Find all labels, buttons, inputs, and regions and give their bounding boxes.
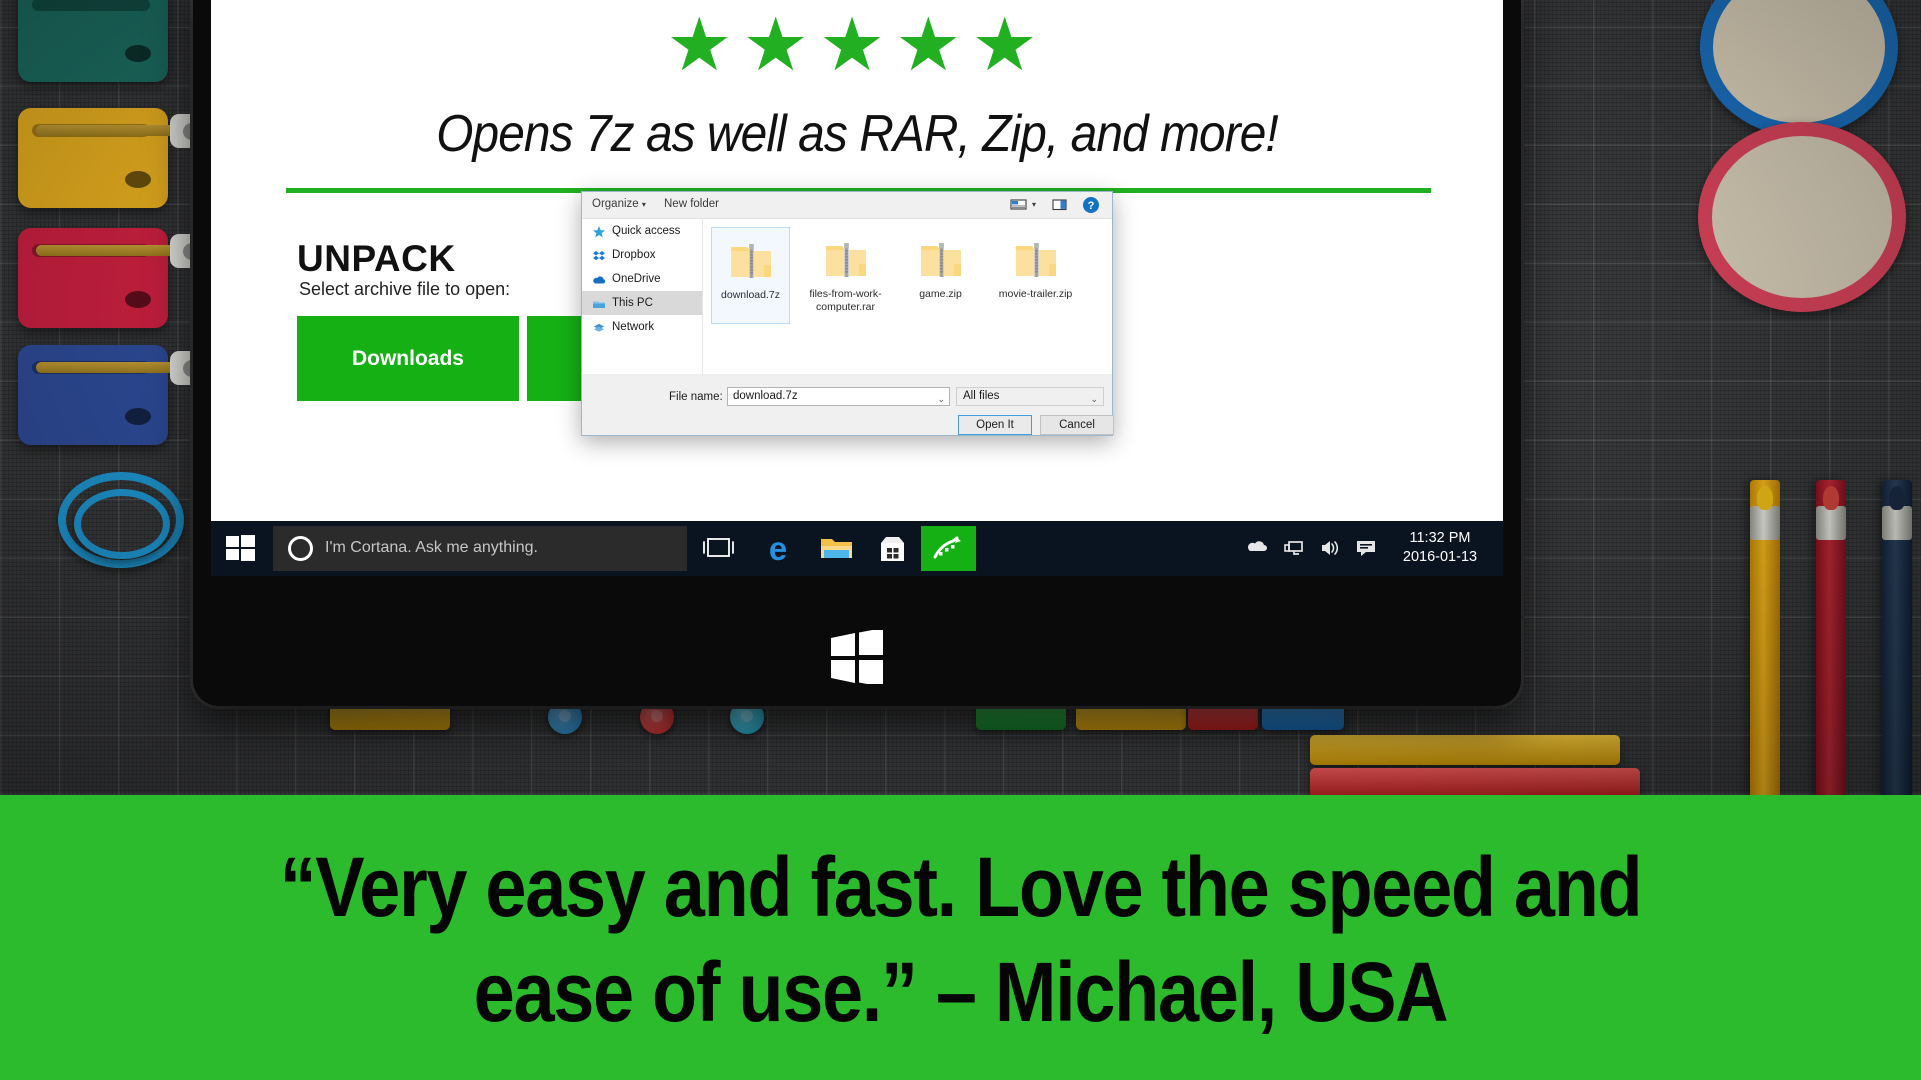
cancel-button[interactable]: Cancel [1040,415,1114,435]
file-item[interactable]: movie-trailer.zip [996,227,1075,324]
file-name-label-text: File name: [669,391,723,403]
windows-taskbar: I'm Cortana. Ask me anything. e 11:32 PM… [211,521,1503,576]
zipped-folder-icon [916,234,966,284]
star-rating: ★★★★★ [666,3,1048,86]
sidebar-item-this-pc[interactable]: This PC [582,291,702,315]
network-icon [592,320,606,334]
sidebar-item-label: Quick access [612,225,681,237]
preview-pane-icon[interactable] [1051,196,1068,218]
new-folder-button[interactable]: New folder [664,198,719,210]
zipped-folder-icon [726,235,776,285]
unpack-app-icon[interactable] [921,526,976,571]
testimonial-banner: “Very easy and fast. Love the speed and … [0,795,1921,1080]
sidebar-item-onedrive[interactable]: OneDrive [582,267,702,291]
file-type-value: All files [963,390,1000,402]
chevron-down-icon[interactable]: ⌄ [937,391,945,408]
onedrive-tray-icon[interactable] [1247,538,1269,563]
view-layout-icon[interactable] [1010,196,1027,218]
file-item[interactable]: files-from-work-computer.rar [806,227,885,324]
action-center-icon[interactable] [1355,538,1377,563]
quote-line-1: “Very easy and fast. Love the speed and [279,840,1643,934]
windows-logo [829,628,885,687]
clock-date: 2016-01-13 [1402,549,1478,565]
file-name-label: download.7z [721,289,780,301]
sidebar-item-label: Dropbox [612,249,656,261]
file-name-input[interactable]: download.7z ⌄ [727,387,950,406]
page-title: UNPACK [297,238,456,279]
chevron-down-icon: ⌄ [1090,394,1098,404]
tablet-device: ★★★★★ Opens 7z as well as RAR, Zip, and … [193,0,1521,706]
sidebar-item-label: OneDrive [612,273,661,285]
organize-menu[interactable]: Organize ▾ [592,198,646,210]
file-name-label: files-from-work-computer.rar [809,288,882,313]
star-icon [592,224,606,238]
testimonial-quote: “Very easy and fast. Love the speed and … [115,835,1805,1045]
file-list[interactable]: download.7z files-from-work-computer.rar… [703,219,1112,376]
file-type-select[interactable]: All files ⌄ [956,387,1104,406]
help-icon[interactable]: ? [1082,196,1100,219]
sidebar-item-label: Network [612,321,655,333]
sidebar-item-quick-access[interactable]: Quick access [582,219,702,243]
chevron-down-icon: ▾ [641,200,646,209]
zipped-folder-icon [1011,234,1061,284]
store-icon[interactable] [865,526,920,571]
sidebar-item-label: This PC [612,297,653,309]
quote-line-2: ease of use.” – Michael, USA [473,945,1449,1039]
sidebar-item-dropbox[interactable]: Dropbox [582,243,702,267]
file-name-value: download.7z [733,390,798,402]
file-item[interactable]: game.zip [901,227,980,324]
windows-start-icon[interactable] [225,533,256,563]
volume-icon[interactable] [1319,538,1341,563]
svg-text:?: ? [1088,200,1095,212]
downloads-button[interactable]: Downloads [297,316,519,401]
network-icon[interactable] [1283,538,1305,563]
svg-text:e: e [769,530,787,567]
page-subtitle: Select archive file to open: [299,279,511,299]
task-view-icon[interactable] [691,526,746,571]
file-name-label: game.zip [919,288,962,300]
taskbar-clock[interactable]: 11:32 PM 2016-01-13 [1397,529,1483,567]
file-name-label: movie-trailer.zip [998,288,1073,300]
open-it-button[interactable]: Open It [958,415,1032,435]
cortana-placeholder: I'm Cortana. Ask me anything. [325,539,538,556]
dialog-toolbar: Organize ▾ New folder ▾ ? [582,192,1112,219]
dialog-body: Quick access Dropbox OneDrive This PC Ne… [582,219,1112,376]
tablet-screen: ★★★★★ Opens 7z as well as RAR, Zip, and … [211,0,1503,576]
pc-folder-icon [592,296,606,310]
chevron-down-icon[interactable]: ▾ [1032,200,1036,209]
organize-label: Organize [592,198,639,210]
promo-tagline: Opens 7z as well as RAR, Zip, and more! [436,105,1278,163]
sidebar-item-network[interactable]: Network [582,315,702,339]
file-item[interactable]: download.7z [711,227,790,324]
zipped-folder-icon [821,234,871,284]
file-open-dialog[interactable]: Organize ▾ New folder ▾ ? Quick access D… [581,191,1114,436]
dialog-footer: File name: download.7z ⌄ All files ⌄ Ope… [582,374,1114,435]
edge-icon[interactable]: e [751,526,806,571]
cortana-icon [288,536,313,561]
dialog-sidebar: Quick access Dropbox OneDrive This PC Ne… [582,219,703,376]
file-explorer-icon[interactable] [809,526,864,571]
cloud-icon [592,272,606,286]
cortana-search-input[interactable]: I'm Cortana. Ask me anything. [273,526,687,571]
dropbox-icon [592,248,606,262]
clock-time: 11:32 PM [1409,530,1471,546]
